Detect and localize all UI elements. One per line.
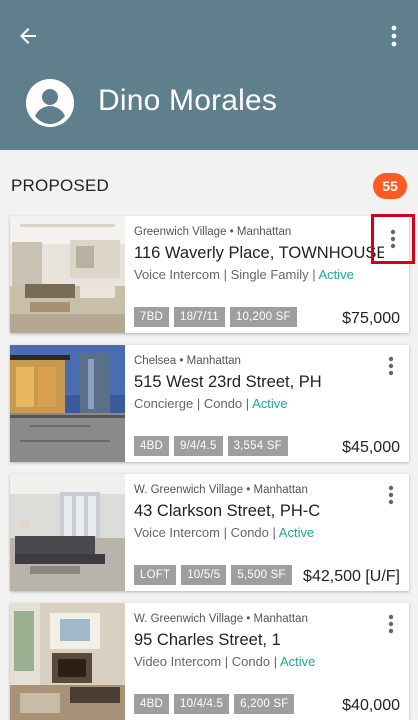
listing-status: Active: [280, 654, 316, 669]
more-vert-icon: [388, 614, 394, 634]
listing-details: Concierge | Condo | Active: [134, 396, 287, 411]
listing-details: Voice Intercom | Single Family | Active: [134, 267, 354, 282]
listing-neighborhood: Greenwich Village • Manhattan: [134, 226, 292, 238]
listing-address[interactable]: 95 Charles Street, 1: [134, 631, 281, 650]
more-vert-icon: [390, 229, 396, 249]
listing-chips: 4BD 10/4/4.5 6,200 SF: [134, 694, 295, 714]
listing-price: $42,500 [U/F]: [303, 568, 400, 585]
bedrooms-chip: 4BD: [134, 694, 169, 714]
listing-overflow-menu-button[interactable]: [377, 351, 405, 381]
listing-status: Active: [318, 267, 354, 282]
back-button[interactable]: [12, 20, 44, 52]
listing-overflow-menu-button[interactable]: [371, 214, 415, 264]
listing-address[interactable]: 515 West 23rd Street, PH: [134, 373, 322, 392]
area-chip: 6,200 SF: [234, 694, 295, 714]
bedrooms-chip: 4BD: [134, 436, 169, 456]
arrow-back-icon: [20, 28, 36, 44]
rooms-chip: 18/7/11: [173, 307, 225, 327]
listing-card[interactable]: Greenwich Village • Manhattan 116 Waverl…: [10, 214, 415, 333]
listing-details: Voice Intercom | Condo | Active: [134, 525, 314, 540]
more-vert-icon: [388, 485, 394, 505]
profile-header: Dino Morales: [0, 0, 418, 150]
area-chip: 3,554 SF: [227, 436, 288, 456]
listing-card[interactable]: W. Greenwich Village • Manhattan 95 Char…: [10, 603, 409, 720]
listing-photo: [10, 345, 125, 462]
listing-details: Video Intercom | Condo | Active: [134, 654, 315, 669]
bedrooms-chip: LOFT: [134, 565, 177, 585]
header-overflow-menu-button[interactable]: [382, 20, 406, 52]
listing-details-text: Concierge | Condo |: [134, 396, 253, 411]
listing-overflow-menu-button[interactable]: [377, 480, 405, 510]
listing-details-text: Video Intercom | Condo |: [134, 654, 280, 669]
listing-neighborhood: W. Greenwich Village • Manhattan: [134, 613, 308, 625]
listing-address[interactable]: 116 Waverly Place, TOWNHOUSE: [134, 244, 384, 263]
listing-price: $45,000: [342, 439, 400, 456]
count-badge: 55: [373, 173, 407, 199]
listing-photo: [10, 216, 125, 333]
listing-neighborhood: W. Greenwich Village • Manhattan: [134, 484, 308, 496]
area-chip: 10,200 SF: [229, 307, 297, 327]
bedrooms-chip: 7BD: [134, 307, 169, 327]
listing-price: $75,000: [342, 310, 400, 327]
rooms-chip: 10/5/5: [181, 565, 227, 585]
listing-neighborhood: Chelsea • Manhattan: [134, 355, 241, 367]
listing-price: $40,000: [342, 697, 400, 714]
listing-overflow-menu-button[interactable]: [377, 609, 405, 639]
listing-status: Active: [252, 396, 288, 411]
more-vert-icon: [388, 356, 394, 376]
profile-name: Dino Morales: [98, 84, 278, 117]
listing-address[interactable]: 43 Clarkson Street, PH-C: [134, 502, 320, 521]
listing-status: Active: [278, 525, 315, 540]
listing-chips: 4BD 9/4/4.5 3,554 SF: [134, 436, 288, 456]
listing-card[interactable]: Chelsea • Manhattan 515 West 23rd Street…: [10, 345, 409, 462]
listing-details-text: Voice Intercom | Condo |: [134, 525, 279, 540]
listing-chips: LOFT 10/5/5 5,500 SF: [134, 565, 292, 585]
area-chip: 5,500 SF: [231, 565, 292, 585]
listing-chips: 7BD 18/7/11 10,200 SF: [134, 307, 297, 327]
rooms-chip: 9/4/4.5: [173, 436, 223, 456]
more-vert-icon: [391, 25, 397, 47]
rooms-chip: 10/4/4.5: [173, 694, 230, 714]
listing-photo: [10, 474, 125, 591]
section-title: PROPOSED: [11, 176, 109, 195]
account-circle-icon: [26, 79, 74, 127]
listing-photo: [10, 603, 125, 720]
listing-card[interactable]: W. Greenwich Village • Manhattan 43 Clar…: [10, 474, 409, 591]
listing-details-text: Voice Intercom | Single Family |: [134, 267, 319, 282]
avatar: [26, 79, 74, 127]
